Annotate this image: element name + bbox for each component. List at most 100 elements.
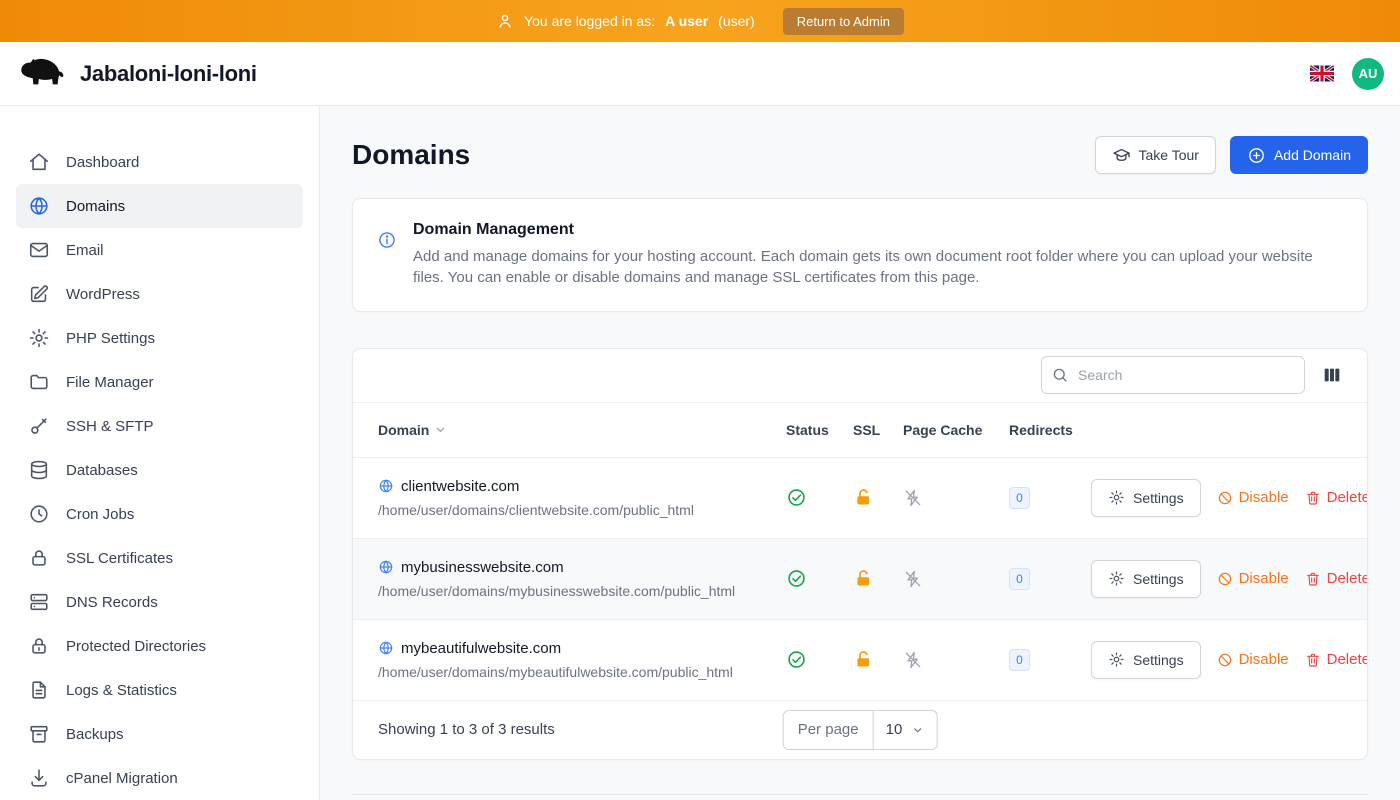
disable-button[interactable]: Disable <box>1217 489 1289 506</box>
domain-name[interactable]: clientwebsite.com <box>401 478 519 495</box>
graduation-cap-icon <box>1112 146 1131 165</box>
sidebar-item-label: Protected Directories <box>66 638 206 655</box>
status-enabled-icon <box>786 649 853 670</box>
table-header-row: Domain Status SSL Page Cache Redirects <box>353 403 1367 458</box>
redirects-count-badge[interactable]: 0 <box>1009 487 1030 509</box>
per-page-select[interactable]: 10 <box>874 711 937 749</box>
sidebar-item-logs-statistics[interactable]: Logs & Statistics <box>16 668 303 712</box>
clock-icon <box>28 503 50 525</box>
plus-circle-icon <box>1247 146 1266 165</box>
document-icon <box>28 679 50 701</box>
page-cache-off-icon[interactable] <box>903 488 1009 508</box>
search-input[interactable] <box>1041 356 1305 394</box>
user-icon <box>496 12 514 30</box>
sidebar-item-label: Email <box>66 242 104 259</box>
sidebar-item-ssl-certificates[interactable]: SSL Certificates <box>16 536 303 580</box>
results-summary: Showing 1 to 3 of 3 results <box>378 721 555 738</box>
sidebar-item-ssh-sftp[interactable]: SSH & SFTP <box>16 404 303 448</box>
trash-icon <box>1305 652 1321 668</box>
take-tour-label: Take Tour <box>1139 147 1199 163</box>
user-avatar[interactable]: AU <box>1352 58 1384 90</box>
page-cache-off-icon[interactable] <box>903 650 1009 670</box>
sidebar-item-file-manager[interactable]: File Manager <box>16 360 303 404</box>
sidebar-item-protected-directories[interactable]: Protected Directories <box>16 624 303 668</box>
info-card-body: Add and manage domains for your hosting … <box>413 246 1333 289</box>
brand-title: Jabaloni-loni-loni <box>80 61 257 87</box>
sidebar-item-cpanel-migration[interactable]: cPanel Migration <box>16 756 303 800</box>
sidebar-item-label: SSH & SFTP <box>66 418 154 435</box>
sidebar-item-cron-jobs[interactable]: Cron Jobs <box>16 492 303 536</box>
sidebar: Dashboard Domains Email WordPress PHP Se… <box>0 106 320 800</box>
domain-name[interactable]: mybeautifulwebsite.com <box>401 640 561 657</box>
disable-button[interactable]: Disable <box>1217 570 1289 587</box>
ssl-unlocked-icon[interactable] <box>853 568 903 589</box>
column-header-domain[interactable]: Domain <box>378 422 786 438</box>
sidebar-item-label: Domains <box>66 198 125 215</box>
column-header-ssl: SSL <box>853 422 903 438</box>
delete-button[interactable]: Delete <box>1305 570 1368 587</box>
banner-message: You are logged in as: <box>524 13 655 29</box>
settings-button[interactable]: Settings <box>1091 479 1201 517</box>
page-title: Domains <box>352 139 470 171</box>
lock-icon <box>28 635 50 657</box>
ssl-unlocked-icon[interactable] <box>853 487 903 508</box>
return-to-admin-button[interactable]: Return to Admin <box>783 8 904 35</box>
main-content: Domains Take Tour Add Domain Domain Mana… <box>320 106 1400 800</box>
sidebar-item-email[interactable]: Email <box>16 228 303 272</box>
brand: Jabaloni-loni-loni <box>16 56 257 92</box>
banner-user-name: A user <box>665 13 708 29</box>
table-row: clientwebsite.com /home/user/domains/cli… <box>353 458 1367 539</box>
ban-icon <box>1217 571 1233 587</box>
sidebar-item-label: Cron Jobs <box>66 506 134 523</box>
ban-icon <box>1217 490 1233 506</box>
language-flag-icon[interactable] <box>1310 65 1334 82</box>
domain-name[interactable]: mybusinesswebsite.com <box>401 559 564 576</box>
gear-icon <box>1108 570 1125 587</box>
sidebar-item-label: Databases <box>66 462 138 479</box>
document-root-path: /home/user/domains/mybusinesswebsite.com… <box>378 583 786 599</box>
database-icon <box>28 459 50 481</box>
domains-table-card: Domain Status SSL Page Cache Redirects c… <box>352 348 1368 760</box>
sidebar-item-label: cPanel Migration <box>66 770 178 787</box>
globe-icon <box>378 478 394 494</box>
table-footer: Showing 1 to 3 of 3 results Per page 10 <box>353 701 1367 759</box>
add-domain-button[interactable]: Add Domain <box>1230 136 1368 174</box>
column-header-page-cache: Page Cache <box>903 422 1009 438</box>
redirects-count-badge[interactable]: 0 <box>1009 649 1030 671</box>
sidebar-item-databases[interactable]: Databases <box>16 448 303 492</box>
settings-button[interactable]: Settings <box>1091 641 1201 679</box>
sidebar-item-domains[interactable]: Domains <box>16 184 303 228</box>
status-enabled-icon <box>786 487 853 508</box>
gear-icon <box>1108 489 1125 506</box>
trash-icon <box>1305 490 1321 506</box>
settings-button[interactable]: Settings <box>1091 560 1201 598</box>
sidebar-item-php-settings[interactable]: PHP Settings <box>16 316 303 360</box>
delete-button[interactable]: Delete <box>1305 651 1368 668</box>
take-tour-button[interactable]: Take Tour <box>1095 136 1216 174</box>
columns-toggle-button[interactable] <box>1321 364 1343 386</box>
home-icon <box>28 151 50 173</box>
status-enabled-icon <box>786 568 853 589</box>
redirects-count-badge[interactable]: 0 <box>1009 568 1030 590</box>
ssl-unlocked-icon[interactable] <box>853 649 903 670</box>
globe-icon <box>378 559 394 575</box>
delete-button[interactable]: Delete <box>1305 489 1368 506</box>
table-row: mybusinesswebsite.com /home/user/domains… <box>353 539 1367 620</box>
folder-icon <box>28 371 50 393</box>
banner-user-role: (user) <box>718 13 755 29</box>
disable-button[interactable]: Disable <box>1217 651 1289 668</box>
sidebar-item-wordpress[interactable]: WordPress <box>16 272 303 316</box>
archive-icon <box>28 723 50 745</box>
per-page-label: Per page <box>784 711 874 749</box>
sidebar-item-dns-records[interactable]: DNS Records <box>16 580 303 624</box>
mail-icon <box>28 239 50 261</box>
key-icon <box>28 415 50 437</box>
sidebar-item-backups[interactable]: Backups <box>16 712 303 756</box>
sidebar-item-dashboard[interactable]: Dashboard <box>16 140 303 184</box>
content-footer-divider <box>352 794 1368 795</box>
sidebar-item-label: PHP Settings <box>66 330 155 347</box>
column-header-status: Status <box>786 422 853 438</box>
gear-icon <box>28 327 50 349</box>
page-cache-off-icon[interactable] <box>903 569 1009 589</box>
download-icon <box>28 767 50 789</box>
